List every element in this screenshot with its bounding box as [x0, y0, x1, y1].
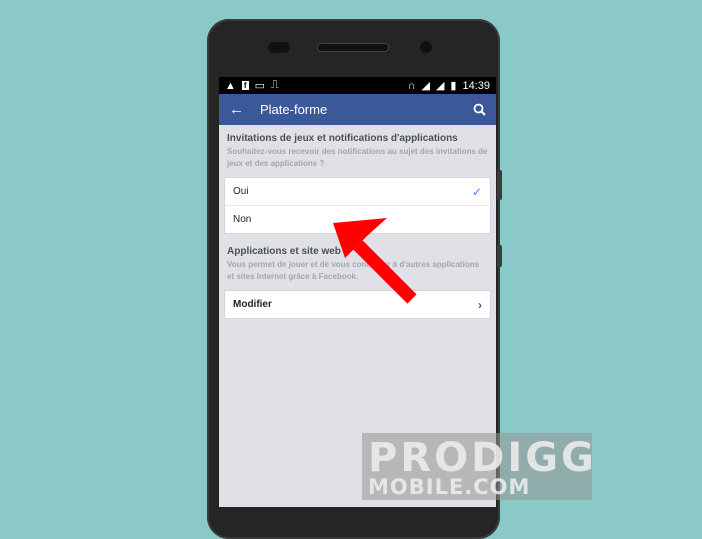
watermark-line2: MOBILE.COM [368, 475, 531, 499]
red-arrow-annotation [333, 218, 417, 304]
arrow-shaft [353, 240, 417, 304]
watermark: PRODIGG MOBILE.COM [362, 433, 594, 500]
